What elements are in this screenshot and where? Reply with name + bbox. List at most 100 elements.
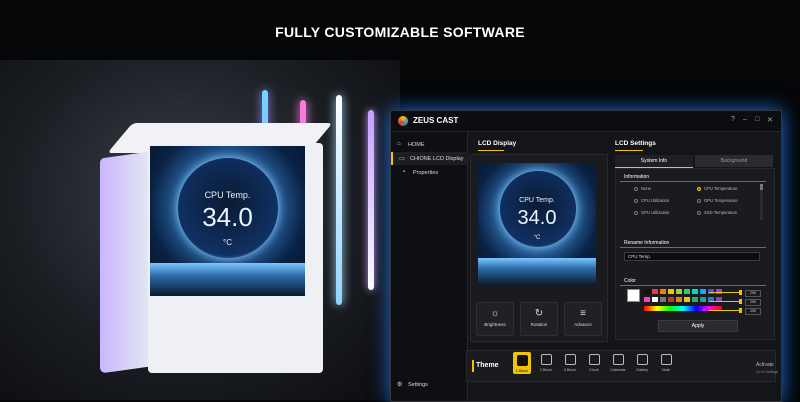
heading-underline [620, 181, 766, 182]
brightness-button[interactable]: ☼ Brightness [476, 302, 514, 336]
color-swatch[interactable] [644, 289, 650, 294]
theme-thumbnail-icon [636, 354, 648, 365]
slider-fill [709, 310, 741, 311]
theme-item-3-block[interactable]: 3 Block [561, 354, 579, 372]
home-icon: ⌂ [397, 141, 401, 147]
scrollbar[interactable] [760, 184, 763, 220]
color-swatch[interactable] [668, 289, 674, 294]
theme-item-note[interactable]: Note [657, 354, 675, 372]
sidebar-item-label: HOME [408, 142, 425, 148]
sidebar-item-label: Properties [413, 170, 439, 176]
gear-icon: ⚙ [397, 382, 403, 388]
color-swatch[interactable] [676, 289, 682, 294]
radio-dot [697, 186, 701, 191]
theme-item-label: 1 Block [515, 369, 529, 373]
sun-icon: ☼ [490, 308, 500, 319]
color-swatch[interactable] [660, 297, 666, 302]
radio-label: None [641, 186, 652, 191]
page-headline: FULLY CUSTOMIZABLE SOFTWARE [275, 24, 525, 40]
sidebar-item-label: Settings [408, 382, 428, 388]
control-label: Brightness [484, 322, 506, 327]
slider-fill [709, 292, 741, 293]
rgb-label-g: G [703, 298, 707, 303]
radio-ssd-temperature[interactable]: SSD Temperature [697, 210, 737, 215]
radio-label: CPU Temperature [704, 186, 738, 191]
slider-knob[interactable] [739, 308, 742, 313]
slider-knob[interactable] [739, 299, 742, 304]
radio-none[interactable]: None [634, 186, 651, 191]
landscape-graphic [150, 263, 305, 296]
control-label: Advance [574, 322, 592, 327]
sidebar-item-properties[interactable]: ▪ Properties [391, 166, 467, 179]
radio-dot [697, 198, 701, 203]
slider-knob[interactable] [739, 290, 742, 295]
theme-thumbnail-icon [516, 355, 528, 366]
rgb-value-g[interactable]: 255 [745, 299, 761, 306]
rgb-slider-r[interactable] [709, 290, 742, 295]
radio-gpu-temperature[interactable]: GPU Temperature [697, 198, 738, 203]
help-button[interactable]: ? [731, 116, 735, 123]
theme-item-calendar[interactable]: Calendar [609, 354, 627, 372]
close-button[interactable]: ✕ [767, 116, 773, 124]
color-swatch[interactable] [644, 297, 650, 302]
lcd-display-title: LCD Display [478, 140, 517, 147]
rename-input[interactable]: CPU Temp. [624, 252, 760, 261]
theme-item-gallery[interactable]: Gallery [633, 354, 651, 372]
radio-gpu-utilization[interactable]: GPU Utilization [634, 210, 669, 215]
title-underline [478, 150, 504, 151]
activation-watermark-sub: Go to Settings [756, 370, 779, 374]
color-swatch[interactable] [692, 289, 698, 294]
color-swatch[interactable] [668, 297, 674, 302]
theme-thumbnail-icon [540, 354, 552, 365]
tab-background[interactable]: Background [695, 155, 773, 167]
slider-fill [709, 301, 741, 302]
maximize-button[interactable]: □ [755, 116, 759, 123]
rgb-light-strip [368, 110, 374, 290]
heading-underline [620, 285, 766, 286]
rotation-button[interactable]: ↻ Rotation [520, 302, 558, 336]
apply-button[interactable]: Apply [658, 320, 738, 332]
theme-thumbnail-icon [588, 354, 600, 365]
rgb-label-r: R [703, 289, 706, 294]
rename-heading: Rename Information [624, 240, 670, 246]
theme-item-2-block[interactable]: 2 Block [537, 354, 555, 372]
radio-cpu-temperature[interactable]: CPU Temperature [697, 186, 737, 191]
theme-item-label: 3 Block [563, 368, 577, 372]
sidebar-item-lcd-display[interactable]: ▭ CHIONE LCD Display [391, 152, 469, 165]
color-swatch[interactable] [652, 289, 658, 294]
theme-item-1-block[interactable]: 1 Block [513, 352, 531, 374]
radio-dot [634, 210, 638, 215]
sidebar-item-settings[interactable]: ⚙ Settings [391, 378, 467, 391]
advance-button[interactable]: ≡ Advance [564, 302, 602, 336]
title-bar: ZEUS CAST ? – □ ✕ [391, 111, 781, 132]
rgb-value-r[interactable]: 255 [745, 290, 761, 297]
rgb-slider-b[interactable] [709, 308, 742, 313]
radio-cpu-utilization[interactable]: CPU Utilization [634, 198, 669, 203]
radio-label: CPU Utilization [641, 198, 670, 203]
current-color-swatch[interactable] [627, 289, 640, 302]
color-swatch[interactable] [684, 289, 690, 294]
app-title: ZEUS CAST [413, 116, 459, 125]
rgb-slider-g[interactable] [709, 299, 742, 304]
device-metric-value: 34.0 [202, 202, 253, 232]
activation-watermark: Activate [756, 362, 774, 368]
pump-side [100, 151, 150, 374]
tab-system-info[interactable]: System Info [615, 155, 693, 168]
device-metric-title: CPU Temp. [204, 190, 251, 200]
heading-underline [620, 247, 766, 248]
lcd-preview: CPU Temp. 34.0 °C [478, 163, 596, 285]
theme-item-clock[interactable]: Clock [585, 354, 603, 372]
color-swatch[interactable] [676, 297, 682, 302]
color-swatch[interactable] [660, 289, 666, 294]
color-swatch[interactable] [692, 297, 698, 302]
rgb-value-b[interactable]: 255 [745, 308, 761, 315]
minimize-button[interactable]: – [743, 116, 747, 123]
sidebar-item-home[interactable]: ⌂ HOME [391, 138, 467, 151]
theme-thumbnail-icon [660, 354, 672, 365]
scrollbar-thumb[interactable] [760, 184, 763, 190]
radio-dot [634, 198, 638, 203]
color-swatch[interactable] [684, 297, 690, 302]
device-lcd-screen: CPU Temp. 34.0 °C [150, 146, 305, 296]
sidebar: ⌂ HOME ▭ CHIONE LCD Display ▪ Properties… [391, 132, 469, 401]
color-swatch[interactable] [652, 297, 658, 302]
